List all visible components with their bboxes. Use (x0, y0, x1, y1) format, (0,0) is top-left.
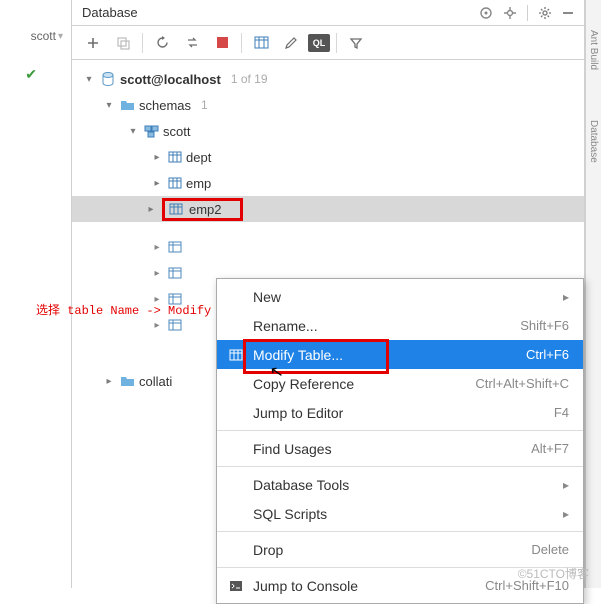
locate-icon[interactable] (503, 6, 517, 20)
table-icon (168, 319, 182, 331)
table-label: dept (186, 150, 211, 165)
menu-sql-scripts[interactable]: • SQL Scripts ▸ (217, 499, 583, 528)
schemas-label: schemas (139, 98, 191, 113)
connection-meta: 1 of 19 (231, 72, 268, 86)
table-icon (168, 177, 182, 189)
tree-connection[interactable]: ▾ scott@localhost 1 of 19 (78, 66, 584, 92)
table-icon (169, 203, 183, 215)
watermark: ©51CTO博客 (518, 565, 589, 582)
menu-separator (217, 430, 583, 431)
menu-database-tools[interactable]: • Database Tools ▸ (217, 470, 583, 499)
panel-titlebar: Database (72, 0, 584, 26)
left-gutter: scott ▾ ✔ (0, 0, 72, 588)
tree-schemas[interactable]: ▾ schemas 1 (78, 92, 584, 118)
console-icon (227, 580, 245, 592)
menu-drop[interactable]: • Drop Delete (217, 535, 583, 564)
stop-button[interactable] (209, 30, 235, 56)
chevron-down-icon: ▾ (58, 31, 63, 42)
context-menu: • New ▸ • Rename... Shift+F6 Modify Tabl… (216, 278, 584, 604)
tree-table-emp2[interactable]: ▸ emp2 (72, 196, 584, 222)
chevron-right-icon[interactable]: ▸ (102, 376, 116, 387)
table-icon (168, 151, 182, 163)
rail-tab-database[interactable]: Database (588, 120, 599, 163)
add-button[interactable] (80, 30, 106, 56)
chevron-down-icon[interactable]: ▾ (126, 126, 140, 137)
schema-icon (144, 125, 159, 138)
menu-rename[interactable]: • Rename... Shift+F6 (217, 311, 583, 340)
chevron-right-icon: ▸ (563, 478, 569, 492)
table-icon (168, 267, 182, 279)
menu-separator (217, 466, 583, 467)
chevron-right-icon[interactable]: ▸ (144, 204, 158, 215)
breadcrumb[interactable]: scott ▾ (25, 28, 71, 44)
chevron-down-icon[interactable]: ▾ (82, 74, 96, 85)
right-rail: Ant Build Database (585, 0, 601, 588)
folder-icon (120, 375, 135, 387)
sql-console-button[interactable]: QL (308, 34, 330, 52)
schemas-meta: 1 (201, 98, 208, 112)
chevron-right-icon[interactable]: ▸ (150, 268, 164, 279)
tree-table-emp[interactable]: ▸ emp (78, 170, 584, 196)
chevron-right-icon[interactable]: ▸ (150, 242, 164, 253)
chevron-down-icon[interactable]: ▾ (102, 100, 116, 111)
sync-button[interactable] (179, 30, 205, 56)
menu-jump-editor[interactable]: • Jump to Editor F4 (217, 398, 583, 427)
collapse-icon[interactable] (562, 7, 574, 19)
edit-button[interactable] (278, 30, 304, 56)
target-icon[interactable] (479, 6, 493, 20)
datasource-icon (100, 71, 116, 87)
table-view-button[interactable] (248, 30, 274, 56)
schema-label: scott (163, 124, 190, 139)
gear-icon[interactable] (538, 6, 552, 20)
menu-separator (217, 531, 583, 532)
menu-new[interactable]: • New ▸ (217, 282, 583, 311)
tree-schema[interactable]: ▾ scott (78, 118, 584, 144)
chevron-right-icon[interactable]: ▸ (150, 178, 164, 189)
connection-label: scott@localhost (120, 72, 221, 87)
table-label: emp (186, 176, 211, 191)
chevron-right-icon: ▸ (563, 507, 569, 521)
chevron-right-icon[interactable]: ▸ (150, 320, 164, 331)
toolbar: QL (72, 26, 584, 60)
folder-icon (120, 99, 135, 111)
menu-find-usages[interactable]: • Find Usages Alt+F7 (217, 434, 583, 463)
collations-label: collati (139, 374, 172, 389)
duplicate-button[interactable] (110, 30, 136, 56)
tree-row-hidden[interactable]: ▸ (78, 234, 584, 260)
breadcrumb-label: scott (31, 29, 56, 43)
table-label: emp2 (189, 202, 222, 217)
refresh-button[interactable] (149, 30, 175, 56)
chevron-right-icon[interactable]: ▸ (150, 152, 164, 163)
panel-title: Database (82, 5, 138, 20)
filter-button[interactable] (343, 30, 369, 56)
table-icon (227, 349, 245, 361)
table-icon (168, 241, 182, 253)
tree-table-dept[interactable]: ▸ dept (78, 144, 584, 170)
rail-tab[interactable]: Ant Build (588, 30, 599, 70)
check-icon: ✔ (25, 66, 37, 83)
chevron-right-icon: ▸ (563, 290, 569, 304)
